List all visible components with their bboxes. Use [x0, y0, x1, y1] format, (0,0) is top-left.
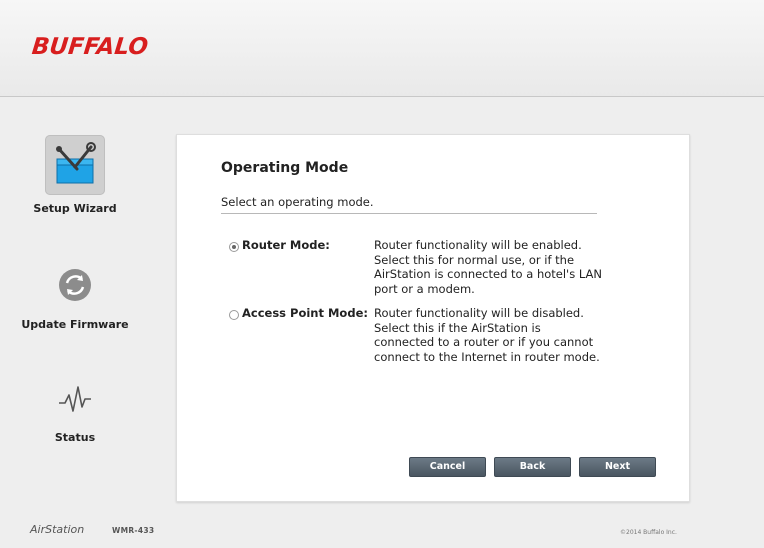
next-button[interactable]: Next [579, 457, 656, 477]
refresh-icon [59, 269, 91, 301]
page-title: Operating Mode [221, 160, 349, 176]
footer-model: WMR-433 [112, 526, 155, 535]
sidebar-item-label: Update Firmware [21, 318, 129, 331]
footer-copyright: ©2014 Buffalo Inc. [620, 529, 677, 536]
access-point-mode-radio[interactable] [229, 310, 239, 320]
router-mode-label[interactable]: Router Mode: [242, 238, 330, 252]
sidebar-item-label: Status [54, 431, 96, 444]
access-point-mode-label[interactable]: Access Point Mode: [242, 306, 368, 320]
router-mode-description: Router functionality will be enabled. Se… [374, 238, 603, 296]
sidebar: Setup Wizard Update Firmware Status [0, 97, 160, 517]
sidebar-item-label: Setup Wizard [33, 202, 117, 215]
buffalo-logo: BUFFALO [30, 34, 150, 60]
router-mode-radio[interactable] [229, 242, 239, 252]
access-point-mode-description: Router functionality will be disabled. S… [374, 306, 600, 364]
divider [221, 213, 597, 214]
operating-mode-panel: Operating Mode Select an operating mode.… [176, 134, 690, 502]
sidebar-item-setup-wizard[interactable]: Setup Wizard [0, 135, 160, 217]
footer-brand: AirStation [30, 523, 85, 536]
toolbox-wrench-icon [56, 142, 96, 184]
back-button[interactable]: Back [494, 457, 571, 477]
header: BUFFALO [0, 0, 764, 97]
sidebar-item-update-firmware[interactable]: Update Firmware [0, 255, 160, 335]
cancel-button[interactable]: Cancel [409, 457, 486, 477]
sidebar-item-status[interactable]: Status [0, 369, 160, 449]
page-subtitle: Select an operating mode. [221, 195, 374, 209]
pulse-icon [59, 386, 91, 412]
